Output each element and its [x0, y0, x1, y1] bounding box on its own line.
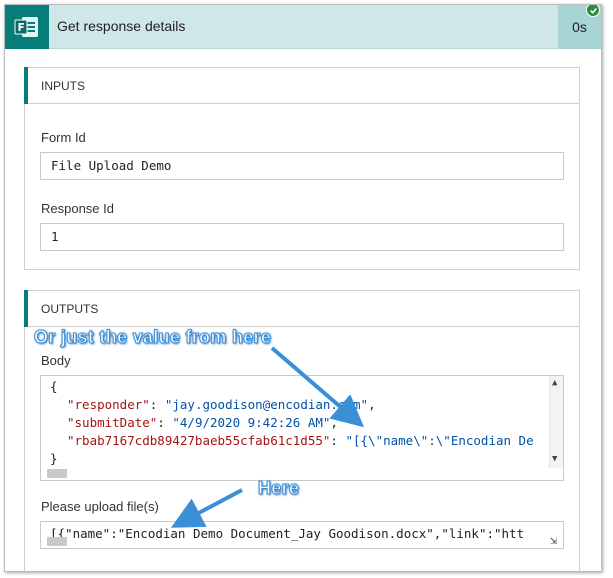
form-id-label: Form Id — [41, 130, 86, 145]
inputs-header[interactable]: INPUTS — [24, 67, 579, 104]
body-json-viewer[interactable]: { "responder": "jay.goodison@encodian.co… — [40, 375, 564, 481]
forms-icon — [5, 5, 49, 49]
scroll-down-icon[interactable]: ▼ — [552, 454, 557, 464]
body-vertical-scrollbar[interactable]: ▲ ▼ — [549, 376, 563, 468]
scroll-up-icon[interactable]: ▲ — [552, 378, 557, 388]
body-horizontal-scroll-thumb[interactable] — [47, 469, 67, 478]
upload-files-label: Please upload file(s) — [41, 499, 159, 514]
json-open-brace: { — [50, 379, 58, 394]
action-title: Get response details — [57, 18, 186, 34]
json-line-upload-question: "rbab7167cdb89427baeb55cfab61c1d55": "[{… — [67, 433, 534, 448]
action-card: Get response details 0s INPUTS Form Id F… — [4, 4, 602, 572]
response-id-label: Response Id — [41, 201, 114, 216]
annotation-value-here: Or just the value from here — [33, 327, 272, 348]
form-id-field[interactable]: File Upload Demo — [40, 152, 564, 180]
body-label: Body — [41, 353, 71, 368]
upload-files-field[interactable]: [{"name":"Encodian Demo Document_Jay Goo… — [40, 521, 564, 549]
json-line-submitdate: "submitDate": "4/9/2020 9:42:26 AM", — [67, 415, 338, 430]
outputs-header[interactable]: OUTPUTS — [24, 290, 579, 327]
resize-handle-icon[interactable]: ⇲ — [550, 534, 557, 546]
annotation-here: Here — [257, 478, 300, 499]
response-id-field[interactable]: 1 — [40, 223, 564, 251]
json-close-brace: } — [50, 451, 58, 466]
inputs-section: INPUTS Form Id File Upload Demo Response… — [24, 67, 580, 270]
outputs-header-label: OUTPUTS — [41, 302, 99, 316]
upload-files-value: [{"name":"Encodian Demo Document_Jay Goo… — [50, 526, 525, 541]
upload-horizontal-scroll-thumb[interactable] — [47, 537, 67, 546]
json-line-responder: "responder": "jay.goodison@encodian.com"… — [67, 397, 376, 412]
inputs-header-label: INPUTS — [41, 79, 86, 93]
action-header[interactable]: Get response details 0s — [5, 5, 601, 49]
